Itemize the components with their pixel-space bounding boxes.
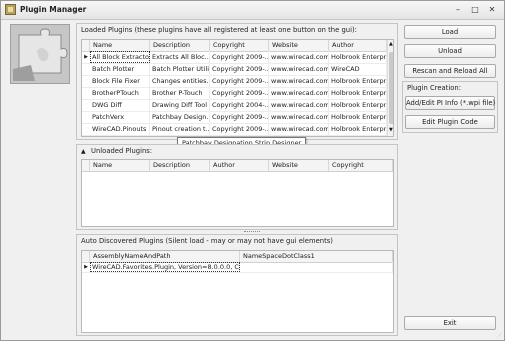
table-cell[interactable]: Changes entities... [150, 75, 210, 87]
edit-plugin-code-button[interactable]: Edit Plugin Code [405, 115, 495, 129]
table-cell[interactable]: BrotherPTouch [90, 87, 150, 99]
table-cell[interactable]: www.wirecad.com [269, 87, 329, 99]
table-cell[interactable]: www.wirecad.com [269, 75, 329, 87]
current-row-arrow-icon: ▶ [84, 54, 88, 60]
scroll-down-arrow-icon[interactable]: ▼ [389, 127, 393, 133]
table-cell[interactable]: Block File Fixer [90, 75, 150, 87]
table-cell[interactable]: Copyright 2009-... [210, 51, 269, 63]
loaded-plugins-grid[interactable]: Name Description Copyright Website Autho… [81, 39, 394, 137]
table-cell[interactable]: Pinout creation t... [150, 123, 210, 135]
unloaded-plugins-grid[interactable]: Name Description Author Website Copyrigh… [81, 159, 394, 227]
load-button[interactable]: Load [404, 25, 496, 39]
column-header-name[interactable]: Name [90, 40, 150, 51]
table-cell[interactable]: Holbrook Enterpr... [329, 51, 387, 63]
unload-button[interactable]: Unload [404, 44, 496, 58]
plugin-creation-title: Plugin Creation: [407, 84, 462, 92]
unloaded-plugins-title: Unloaded Plugins: [91, 147, 153, 155]
plugin-manager-window: Plugin Manager – □ ✕ Loaded Plugins (the… [0, 0, 505, 341]
unloaded-plugins-group: ▲ Unloaded Plugins: Name Description Aut… [76, 144, 398, 230]
table-cell[interactable]: Copyright 2009-... [210, 87, 269, 99]
table-cell[interactable]: www.wirecad.com [269, 123, 329, 135]
grid-header: Name Description Author Website Copyrigh… [82, 160, 393, 172]
table-cell[interactable]: Batch Plotter [90, 63, 150, 75]
column-header-description[interactable]: Description [150, 40, 210, 51]
auto-discovered-grid[interactable]: AssemblyNameAndPath NameSpaceDotClass1 ▶… [81, 250, 394, 333]
column-header-assembly[interactable]: AssemblyNameAndPath [90, 251, 240, 262]
table-cell[interactable]: www.wirecad.com [269, 111, 329, 123]
column-header-website[interactable]: Website [269, 40, 329, 51]
column-header-author[interactable]: Author [210, 160, 269, 171]
column-header-description[interactable]: Description [150, 160, 210, 171]
auto-discovered-group: Auto Discovered Plugins (Silent load - m… [76, 234, 398, 336]
loaded-plugins-title: Loaded Plugins (these plugins have all r… [81, 26, 357, 34]
rescan-reload-button[interactable]: Rescan and Reload All [404, 64, 496, 78]
table-cell[interactable]: Copyright 2004-... [210, 99, 269, 111]
loaded-grid-scrollbar[interactable]: ▲ ▼ [387, 40, 393, 136]
table-cell[interactable]: Patchbay Design... [150, 111, 210, 123]
maximize-button[interactable]: □ [468, 4, 482, 15]
table-cell[interactable]: Holbrook Enterpr... [329, 87, 387, 99]
table-cell[interactable]: WireCAD [329, 63, 387, 75]
puzzle-logo-image [10, 24, 70, 84]
window-title: Plugin Manager [20, 5, 87, 14]
table-cell[interactable]: Holbrook Enterpr... [329, 75, 387, 87]
minimize-button[interactable]: – [451, 4, 465, 15]
scroll-up-arrow-icon[interactable]: ▲ [389, 41, 393, 47]
loaded-plugins-group: Loaded Plugins (these plugins have all r… [76, 23, 398, 140]
table-row[interactable]: ▶ WireCAD.Favorites.Plugin, Version=8.0.… [82, 262, 393, 273]
table-cell[interactable]: Brother P-Touch [150, 87, 210, 99]
column-header-author[interactable]: Author [329, 40, 387, 51]
table-cell[interactable]: Batch Plotter Utility [150, 63, 210, 75]
plugin-creation-group: Plugin Creation: Add/Edit PI Info (*.wpi… [402, 81, 498, 133]
table-cell[interactable]: DWG Diff [90, 99, 150, 111]
table-cell[interactable]: WireCAD.Pinouts [90, 123, 150, 135]
column-header-copyright[interactable]: Copyright [329, 160, 393, 171]
table-cell[interactable]: WireCAD.Favorites.Plugin, Version=8.0.0.… [90, 262, 240, 272]
table-cell[interactable]: Copyright 2009-... [210, 111, 269, 123]
current-row-arrow-icon: ▶ [84, 264, 88, 270]
table-cell[interactable]: Holbrook Enterpr... [329, 99, 387, 111]
table-row[interactable]: WireCAD.Pinouts Pinout creation t... Copyr… [82, 123, 387, 136]
table-cell[interactable]: Copyright 2009-... [210, 123, 269, 135]
exit-button[interactable]: Exit [404, 316, 496, 330]
add-edit-pi-info-button[interactable]: Add/Edit PI Info (*.wpi file) [405, 96, 495, 110]
table-cell[interactable]: PatchVerx [90, 111, 150, 123]
column-header-website[interactable]: Website [269, 160, 329, 171]
close-button[interactable]: ✕ [485, 4, 499, 15]
table-cell[interactable]: Drawing Diff Tool [150, 99, 210, 111]
column-header-name[interactable]: Name [90, 160, 150, 171]
collapse-chevron-icon[interactable]: ▲ [81, 148, 86, 155]
scroll-thumb[interactable] [389, 52, 393, 124]
auto-discovered-title: Auto Discovered Plugins (Silent load - m… [81, 237, 333, 245]
table-cell[interactable]: Copyright 2009-... [210, 75, 269, 87]
column-header-copyright[interactable]: Copyright [210, 40, 269, 51]
table-cell[interactable]: www.wirecad.com [269, 51, 329, 63]
table-cell[interactable]: Copyright 2009-... [210, 63, 269, 75]
title-bar: Plugin Manager – □ ✕ [1, 1, 504, 20]
plugin-app-icon [5, 4, 16, 15]
resize-grip-icon[interactable]: ⋰ [497, 333, 503, 339]
table-cell[interactable]: www.wirecad.com [269, 63, 329, 75]
table-cell[interactable]: Holbrook Enterpr... [329, 111, 387, 123]
table-cell[interactable]: Extracts All Bloc... [150, 51, 210, 63]
table-cell[interactable] [240, 262, 393, 272]
table-cell[interactable]: www.wirecad.com [269, 99, 329, 111]
table-cell[interactable]: All Block Extractor [90, 51, 150, 63]
table-cell[interactable]: Holbrook Enterpr... [329, 123, 387, 135]
column-header-namespace[interactable]: NameSpaceDotClass1 [240, 251, 393, 262]
